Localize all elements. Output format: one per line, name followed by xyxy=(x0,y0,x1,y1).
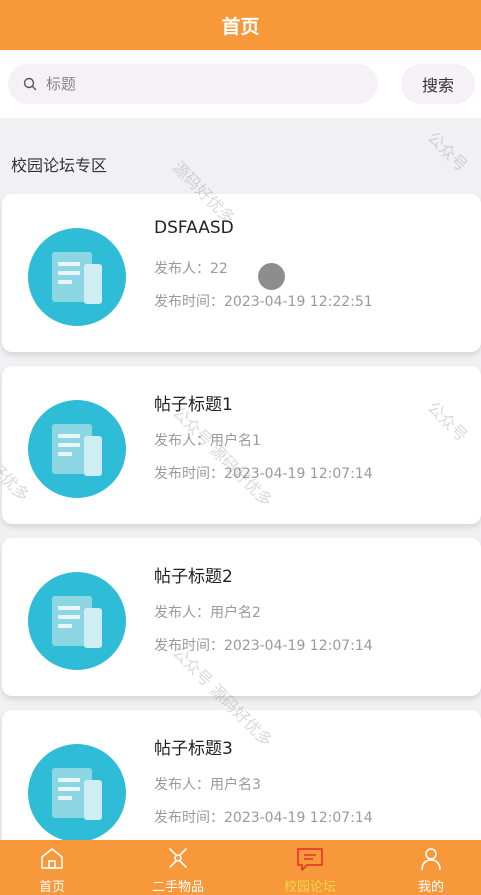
document-icon xyxy=(52,596,102,648)
post-list: DSFAASD 发布人：22 发布时间：2023-04-19 12:22:51 … xyxy=(0,194,481,882)
post-author: 发布人：22 xyxy=(154,261,228,277)
post-time: 发布时间：2023-04-19 12:07:14 xyxy=(154,638,373,654)
tab-forum-label: 校园论坛 xyxy=(283,880,336,895)
search-field[interactable] xyxy=(8,64,378,104)
tab-home[interactable]: 首页 xyxy=(22,840,82,895)
post-author: 发布人：用户名2 xyxy=(154,605,261,621)
document-icon xyxy=(52,768,102,820)
post-thumbnail xyxy=(28,400,126,498)
search-bar: 搜索 xyxy=(0,50,481,118)
post-card[interactable]: 帖子标题1 发布人：用户名1 发布时间：2023-04-19 12:07:14 xyxy=(2,366,481,524)
document-icon xyxy=(52,424,102,476)
person-icon xyxy=(418,846,444,876)
tab-mine[interactable]: 我的 xyxy=(403,840,459,895)
forum-icon xyxy=(295,846,325,876)
goods-icon xyxy=(165,846,191,874)
post-thumbnail xyxy=(28,228,126,326)
tab-forum[interactable]: 校园论坛 xyxy=(272,840,348,895)
tab-goods[interactable]: 二手物品 xyxy=(140,840,216,895)
search-button[interactable]: 搜索 xyxy=(401,64,475,104)
tab-mine-label: 我的 xyxy=(417,880,444,895)
watermark-text: 公众号 xyxy=(423,127,472,176)
post-card[interactable]: 帖子标题2 发布人：用户名2 发布时间：2023-04-19 12:07:14 xyxy=(2,538,481,696)
post-time: 发布时间：2023-04-19 12:07:14 xyxy=(154,466,373,482)
post-title: 帖子标题3 xyxy=(154,739,233,759)
post-thumbnail xyxy=(28,744,126,842)
search-icon xyxy=(22,76,38,92)
post-title: 帖子标题2 xyxy=(154,567,233,587)
tab-home-label: 首页 xyxy=(38,880,65,895)
page-title: 首页 xyxy=(221,15,260,38)
post-title: 帖子标题1 xyxy=(154,395,233,415)
document-icon xyxy=(52,252,102,304)
post-time: 发布时间：2023-04-19 12:07:14 xyxy=(154,810,373,826)
touch-cursor xyxy=(258,263,285,290)
post-author: 发布人：用户名3 xyxy=(154,777,261,793)
post-thumbnail xyxy=(28,572,126,670)
bottom-tab-bar: 首页 二手物品 校园论坛 我的 xyxy=(0,840,481,895)
section-title: 校园论坛专区 xyxy=(11,156,108,175)
page-header: 首页 xyxy=(0,0,481,50)
post-time: 发布时间：2023-04-19 12:22:51 xyxy=(154,294,373,310)
post-title: DSFAASD xyxy=(154,218,234,238)
search-input[interactable] xyxy=(44,74,368,94)
post-author: 发布人：用户名1 xyxy=(154,433,261,449)
post-card[interactable]: DSFAASD 发布人：22 发布时间：2023-04-19 12:22:51 xyxy=(2,194,481,352)
home-icon xyxy=(39,846,65,874)
tab-goods-label: 二手物品 xyxy=(151,880,204,895)
